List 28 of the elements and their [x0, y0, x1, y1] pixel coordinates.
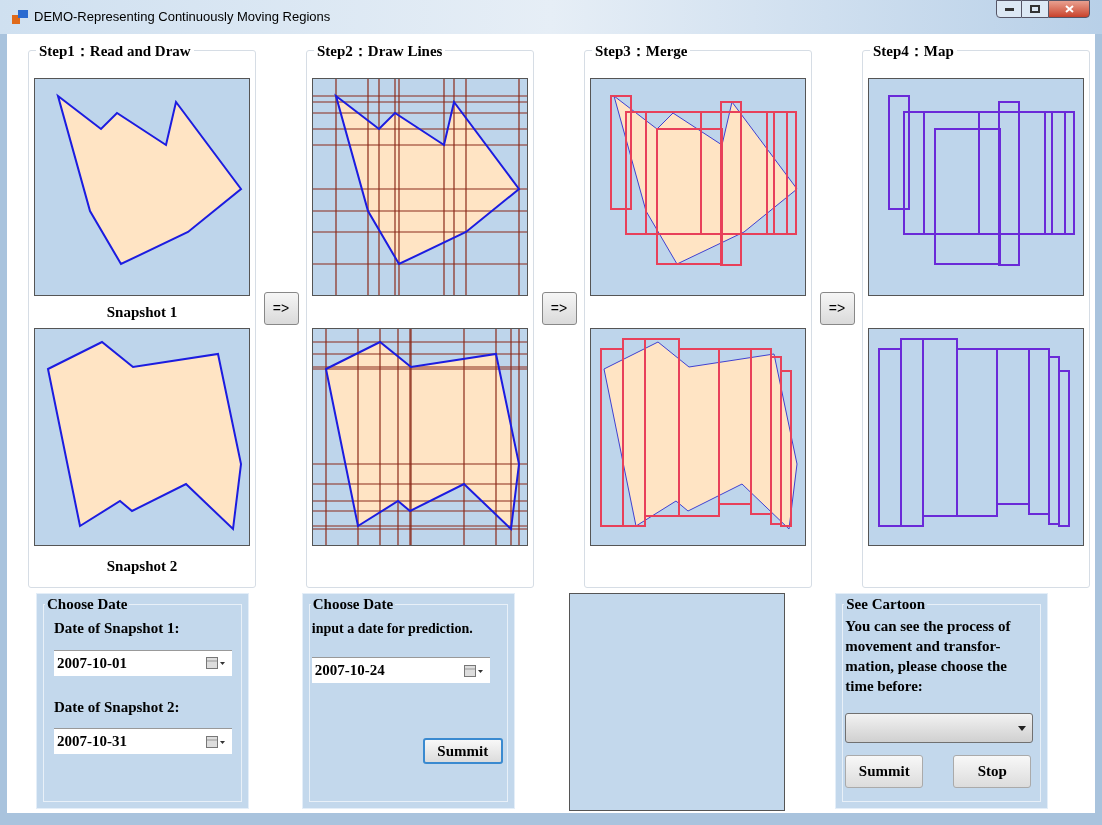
app-icon: [12, 10, 28, 24]
date-picker[interactable]: 2007-10-31: [54, 728, 232, 754]
instruction-text: You can see the process of movement and transfor- mation, please choose the time before:: [845, 618, 1011, 694]
snapshot-label: Snapshot 1: [106, 302, 178, 322]
calendar-icon: [463, 664, 484, 677]
next-step-button[interactable]: =>: [819, 292, 855, 325]
time-dropdown[interactable]: [845, 713, 1034, 743]
minimize-icon: [1004, 7, 1014, 11]
summit-button[interactable]: Summit: [845, 755, 924, 788]
minimize-button[interactable]: [996, 0, 1022, 18]
next-step-button[interactable]: =>: [263, 292, 299, 325]
calendar-icon: [206, 657, 226, 669]
field-label: Date of Snapshot 2:: [54, 697, 180, 717]
window-title: DEMO-Representing Continuously Moving Regions: [34, 8, 331, 27]
close-button[interactable]: [1048, 0, 1090, 18]
next-step-button[interactable]: =>: [541, 292, 577, 325]
caret-icon: [1018, 725, 1027, 731]
summit-button[interactable]: Summit: [422, 738, 503, 764]
maximize-icon: [1030, 5, 1040, 13]
snapshot-label: Snapshot 2: [106, 556, 178, 576]
field-label: Date of Snapshot 1:: [54, 619, 180, 638]
summit-button[interactable]: Stop: [953, 755, 1032, 788]
close-icon: [1064, 5, 1074, 13]
maximize-button[interactable]: [1022, 0, 1048, 18]
date-picker[interactable]: 2007-10-01: [54, 649, 232, 676]
date-picker[interactable]: 2007-10-24: [311, 657, 490, 683]
prompt-text: input a date for prediction.: [311, 621, 473, 636]
calendar-icon: [206, 735, 226, 748]
